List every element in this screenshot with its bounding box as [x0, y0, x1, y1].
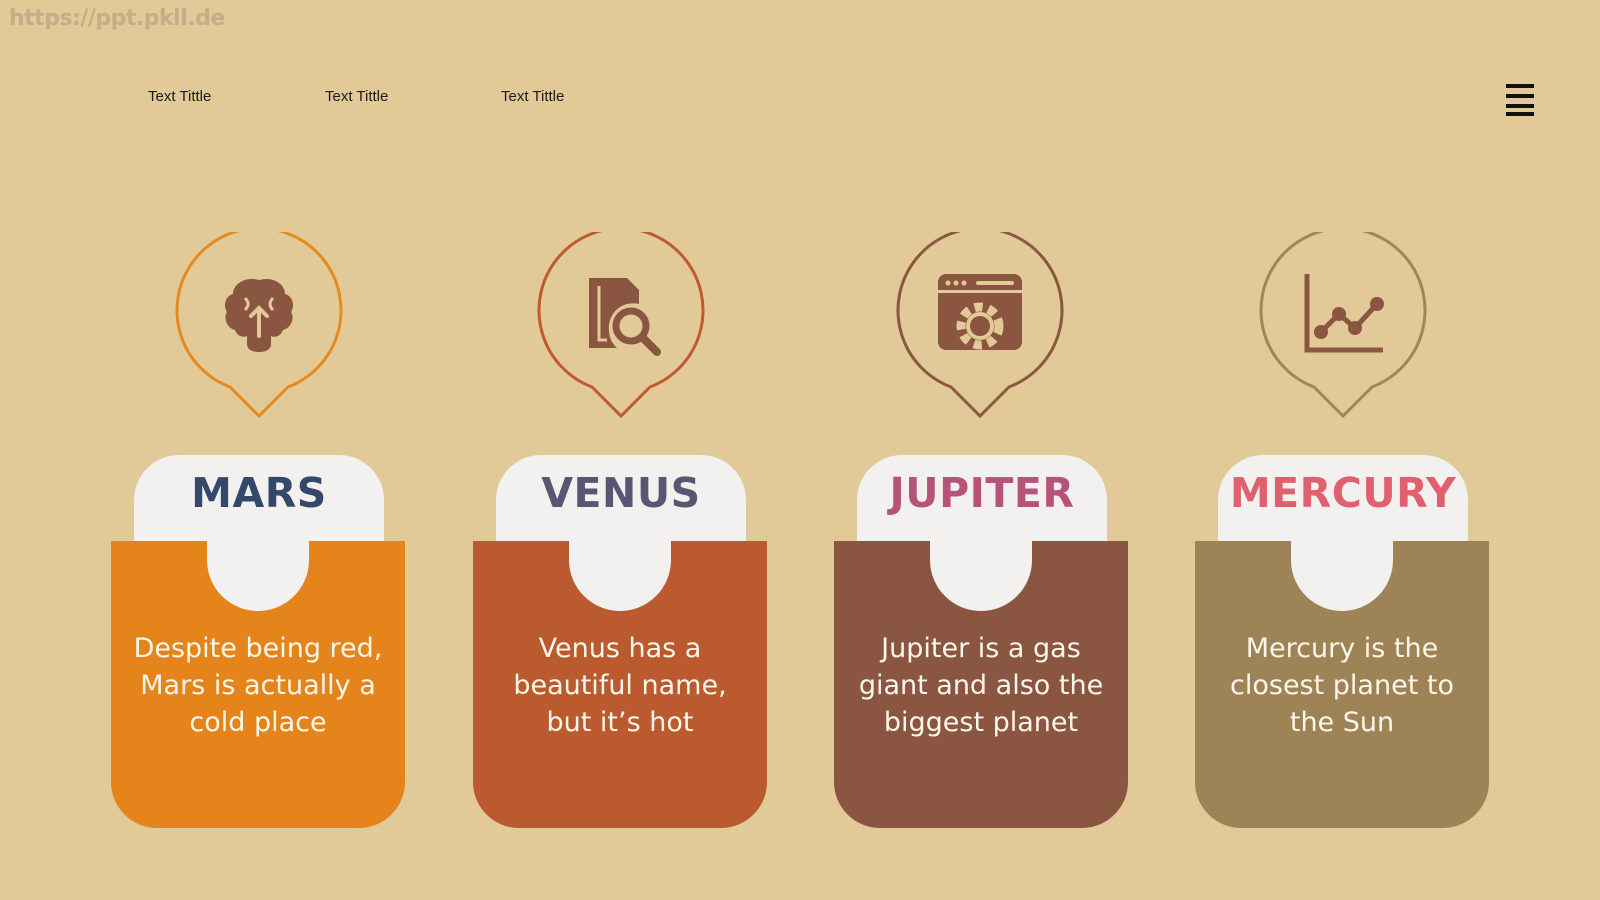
- nav-item-2[interactable]: Text Tittle: [325, 88, 388, 105]
- hamburger-menu-icon[interactable]: [1506, 84, 1536, 116]
- mars-icon-pin: [174, 232, 344, 420]
- card-description: Venus has a beautiful name, but it’s hot: [513, 633, 727, 738]
- card-jupiter: JUPITER Jupiter is a gas giant and also …: [834, 455, 1128, 828]
- top-nav: Text Tittle Text Tittle Text Tittle: [0, 88, 700, 112]
- brain-lightbulb-icon: [225, 278, 293, 352]
- venus-icon-pin: [536, 232, 706, 420]
- card-description: Jupiter is a gas giant and also the bigg…: [858, 633, 1104, 738]
- line-chart-icon: [1304, 274, 1384, 353]
- card-description: Despite being red, Mars is actually a co…: [133, 633, 383, 738]
- browser-settings-icon: [938, 274, 1022, 350]
- jupiter-icon-pin: [895, 232, 1065, 420]
- card-title: VENUS: [541, 469, 701, 517]
- watermark-url: https://ppt.pkll.de: [9, 6, 225, 31]
- nav-item-1[interactable]: Text Tittle: [148, 88, 211, 105]
- card-description: Mercury is the closest planet to the Sun: [1230, 633, 1454, 738]
- card-mars: MARS Despite being red, Mars is actually…: [111, 455, 405, 828]
- card-mercury: MERCURY Mercury is the closest planet to…: [1195, 455, 1489, 828]
- card-venus: VENUS Venus has a beautiful name, but it…: [473, 455, 767, 828]
- nav-item-3[interactable]: Text Tittle: [501, 88, 564, 105]
- card-title: JUPITER: [889, 469, 1075, 517]
- card-title: MERCURY: [1229, 469, 1457, 517]
- document-search-icon: [589, 278, 661, 356]
- card-title: MARS: [191, 469, 327, 517]
- mercury-icon-pin: [1258, 232, 1428, 420]
